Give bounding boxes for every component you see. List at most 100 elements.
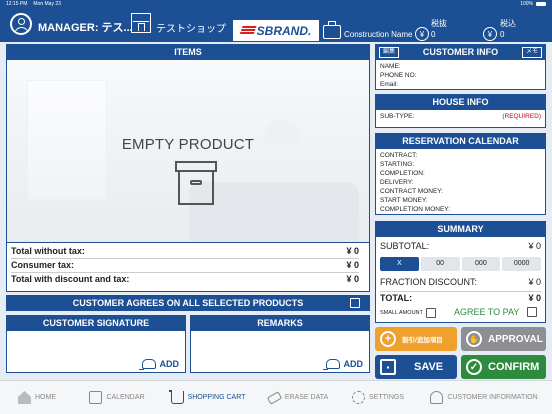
rounding-option-00[interactable]: 00	[420, 257, 460, 271]
completion-label: COMPLETION:	[380, 170, 425, 177]
discount-add-button[interactable]: + 割引/追加項目	[375, 327, 457, 351]
gear-icon	[351, 391, 365, 404]
reservation-title: RESERVATION CALENDAR	[376, 134, 545, 149]
home-icon	[18, 391, 31, 404]
agree-to-pay-checkbox[interactable]	[527, 307, 538, 317]
total-with-discount-value: ¥ 0	[346, 274, 359, 284]
remarks-hand-icon	[322, 359, 340, 370]
save-label: SAVE	[414, 361, 444, 373]
delivery-label: DELIVERY:	[380, 179, 414, 186]
rounding-selector[interactable]: X 00 000 0000	[380, 257, 541, 271]
consumer-tax-label: Consumer tax:	[11, 260, 75, 270]
add-signature-label: ADD	[159, 359, 180, 369]
items-title: ITEMS	[7, 45, 369, 60]
small-amount-toggle[interactable]: SMALL AMOUNT	[380, 308, 436, 318]
save-icon: ▪	[380, 359, 396, 375]
agree-to-pay-toggle[interactable]: AGREE TO PAY	[454, 307, 538, 317]
nav-shopping-cart[interactable]: SHOPPING CART	[160, 381, 256, 414]
add-remarks-label: ADD	[343, 359, 364, 369]
totals-section: Total without tax: ¥ 0 Consumer tax: ¥ 0…	[7, 242, 369, 291]
customer-email-label: Email:	[380, 81, 399, 88]
subtotal-label: SUBTOTAL:	[380, 241, 430, 251]
agree-to-pay-label: AGREE TO PAY	[454, 307, 520, 317]
app-header: MANAGER: テス... テストショップ SBRAND. Construct…	[0, 8, 552, 42]
rounding-option-x[interactable]: X	[380, 257, 419, 271]
yen-icon: ¥	[415, 27, 429, 41]
checkmark-icon: ✓	[466, 359, 482, 375]
confirm-button[interactable]: ✓ CONFIRM	[461, 355, 546, 379]
customer-signature-panel: CUSTOMER SIGNATURE ADD	[6, 315, 186, 373]
nav-settings[interactable]: SETTINGS	[340, 381, 416, 414]
avatar-icon[interactable]	[10, 13, 32, 35]
total-without-tax-value: ¥ 0	[346, 246, 359, 256]
yen-icon: ¥	[483, 27, 497, 41]
customer-phone-label: PHONE NO:	[380, 72, 417, 79]
bottom-nav: HOME CALENDAR SHOPPING CART ERASE DATA S…	[0, 380, 552, 414]
tax-incl-label: 税込	[500, 19, 516, 28]
agree-all-bar[interactable]: CUSTOMER AGREES ON ALL SELECTED PRODUCTS	[6, 295, 370, 311]
eraser-icon	[266, 390, 282, 405]
nav-customer-information[interactable]: CUSTOMER INFORMATION	[416, 381, 552, 414]
reservation-panel: RESERVATION CALENDAR CONTRACT: STARTING:…	[375, 133, 546, 215]
edit-button[interactable]: 編集	[379, 47, 400, 58]
add-remarks-button[interactable]: ADD	[322, 359, 364, 370]
contract-money-label: CONTRACT MONEY:	[380, 188, 444, 195]
consumer-tax-row: Consumer tax: ¥ 0	[11, 260, 359, 273]
shop-name[interactable]: テストショップ	[156, 20, 226, 35]
battery-icon	[536, 2, 546, 6]
reservation-fields: CONTRACT: STARTING: COMPLETION: DELIVERY…	[376, 149, 545, 216]
house-info-fields[interactable]: SUB-TYPE: (REQUIRED)	[376, 110, 545, 123]
save-button[interactable]: ▪ SAVE	[375, 355, 457, 379]
house-info-title: HOUSE INFO	[376, 95, 545, 110]
approval-button[interactable]: ✋ APPROVAL	[461, 327, 546, 351]
customer-info-fields: NAME: PHONE NO: Email:	[376, 60, 545, 91]
memo-button[interactable]: メモ	[521, 47, 542, 58]
briefcase-icon[interactable]	[323, 21, 341, 39]
confirm-label: CONFIRM	[488, 361, 540, 373]
rounding-option-0000[interactable]: 0000	[502, 257, 541, 271]
customer-info-title-text: CUSTOMER INFO	[422, 47, 499, 57]
customer-info-title: 編集 CUSTOMER INFO メモ	[376, 45, 545, 60]
start-money-label: START MONEY:	[380, 197, 428, 204]
summary-title: SUMMARY	[376, 222, 545, 237]
nav-customer-information-label: CUSTOMER INFORMATION	[447, 394, 538, 401]
status-bar: 12:15 PM Mon May 23 100%	[0, 0, 552, 8]
total-with-discount-label: Total with discount and tax:	[11, 274, 130, 284]
fraction-discount-value: ¥ 0	[528, 277, 541, 287]
total-without-tax-row: Total without tax: ¥ 0	[11, 246, 359, 259]
shop-icon[interactable]	[131, 13, 151, 33]
small-amount-checkbox[interactable]	[425, 308, 436, 318]
empty-box-icon	[175, 161, 217, 207]
person-icon	[430, 391, 444, 404]
status-time: 12:15 PM	[6, 1, 28, 7]
subtype-row[interactable]: SUB-TYPE: (REQUIRED)	[380, 112, 541, 121]
subtotal-row: SUBTOTAL: ¥ 0	[380, 241, 541, 251]
summary-panel: SUMMARY SUBTOTAL: ¥ 0 X 00 000 0000 FRAC…	[375, 221, 546, 323]
nav-shopping-cart-label: SHOPPING CART	[187, 394, 246, 401]
status-date: Mon May 23	[33, 1, 61, 7]
fraction-discount-label: FRACTION DISCOUNT:	[380, 277, 478, 287]
customer-info-panel: 編集 CUSTOMER INFO メモ NAME: PHONE NO: Emai…	[375, 44, 546, 90]
nav-home[interactable]: HOME	[0, 381, 74, 414]
nav-erase-data-label: ERASE DATA	[284, 394, 329, 401]
fraction-discount-row: FRACTION DISCOUNT: ¥ 0	[380, 277, 541, 287]
signature-hand-icon	[138, 359, 156, 370]
tax-excl-label: 税抜	[431, 19, 447, 28]
nav-home-label: HOME	[35, 394, 56, 401]
brand-logo-text: SBRAND.	[256, 23, 312, 38]
items-panel: ITEMS EMPTY PRODUCT Total without tax: ¥…	[6, 44, 370, 292]
completion-money-label: COMPLETION MONEY:	[380, 206, 451, 213]
plus-icon: +	[380, 331, 396, 347]
manager-name[interactable]: MANAGER: テス...	[38, 19, 133, 35]
nav-erase-data[interactable]: ERASE DATA	[256, 381, 340, 414]
construction-name[interactable]: Construction Name	[344, 30, 412, 39]
nav-calendar[interactable]: CALENDAR	[74, 381, 160, 414]
rounding-option-000[interactable]: 000	[461, 257, 501, 271]
agree-all-checkbox[interactable]	[350, 298, 360, 308]
signature-title: CUSTOMER SIGNATURE	[7, 316, 185, 331]
discount-add-label: 割引/追加項目	[402, 337, 443, 344]
add-signature-button[interactable]: ADD	[138, 359, 180, 370]
tax-incl-value: 0	[500, 30, 505, 39]
small-amount-label: SMALL AMOUNT	[380, 310, 423, 316]
contract-label: CONTRACT:	[380, 152, 418, 159]
